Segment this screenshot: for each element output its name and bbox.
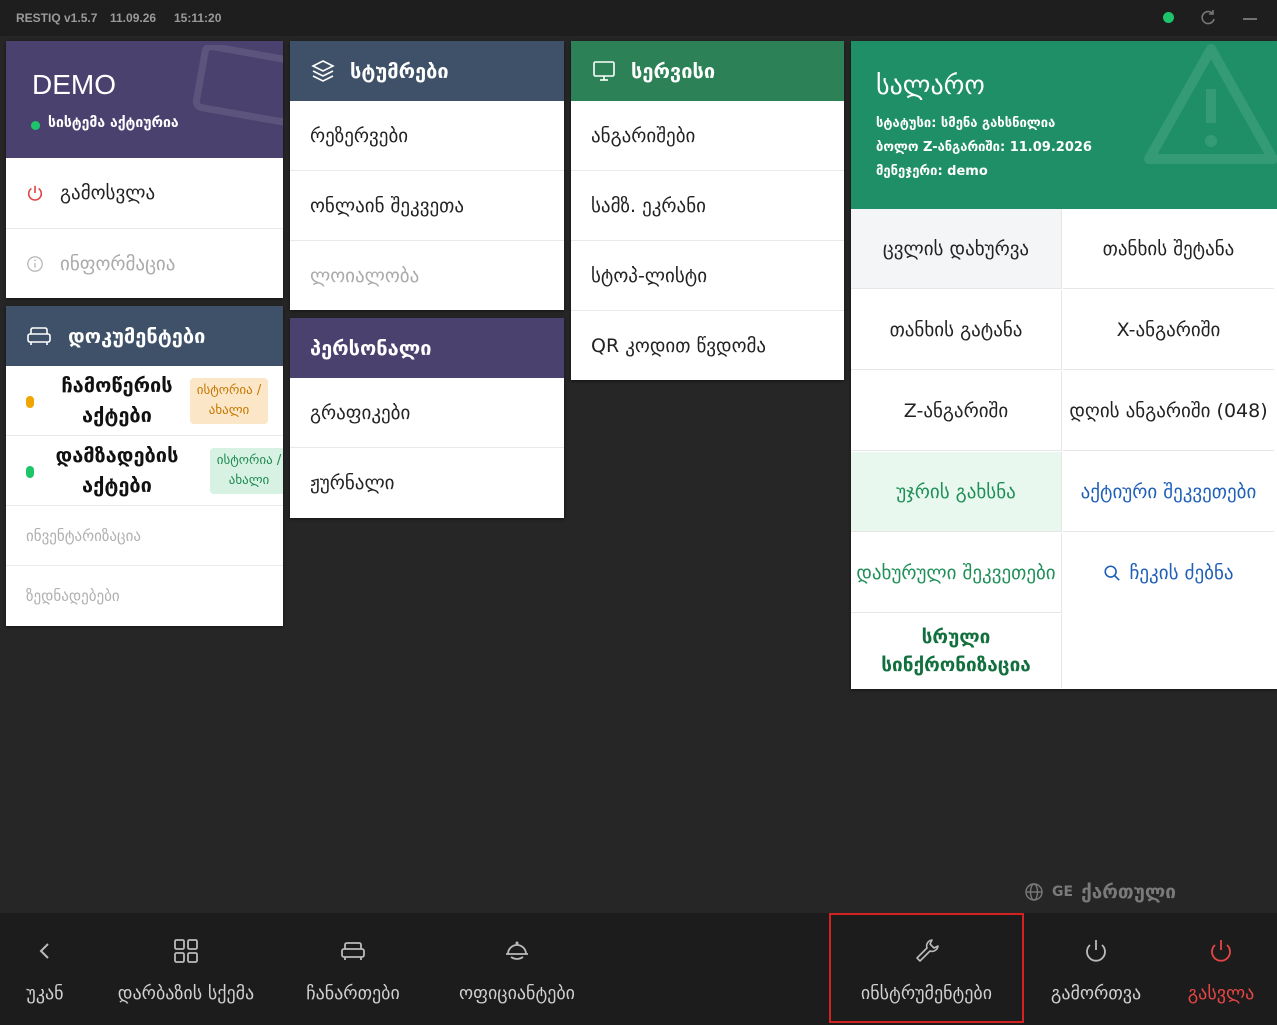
schedules-item[interactable]: გრაფიკები <box>290 378 564 448</box>
online-order-item[interactable]: ონლაინ შეკვეთა <box>290 171 564 241</box>
hall-scheme-label: დარბაზის სქემა <box>117 983 255 1004</box>
x-report-button[interactable]: X-ანგარიში <box>1063 290 1274 370</box>
guests-header: სტუმრები <box>290 41 564 101</box>
logout-item[interactable]: გამოსვლა <box>6 158 283 229</box>
current-time: 15:11:20 <box>174 11 222 25</box>
documents-header: დოკუმენტები <box>6 306 283 366</box>
production-history-new-badge[interactable]: ისტორია / ახალი <box>210 448 283 494</box>
journal-item[interactable]: ჟურნალი <box>290 448 564 518</box>
production-acts-row[interactable]: დამზადების აქტები ისტორია / ახალი <box>6 436 283 506</box>
demo-card: DEMO სისტემა აქტიურია გამოსვლა ინფორმაცი… <box>6 41 283 298</box>
reservations-item[interactable]: რეზერვები <box>290 101 564 171</box>
bottom-bar: უკან დარბაზის სქემა ჩანართები ოფიციანტებ… <box>0 913 1277 1025</box>
tabs-label: ჩანართები <box>306 983 400 1004</box>
layers-icon <box>311 60 335 82</box>
close-shift-button[interactable]: ცვლის დახურვა <box>851 209 1062 289</box>
check-search-label: ჩეკის ძებნა <box>1129 562 1234 584</box>
day-report-button[interactable]: დღის ანგარიში (048) <box>1063 371 1274 451</box>
stop-list-item[interactable]: სტოპ-ლისტი <box>571 241 844 311</box>
demo-title: DEMO <box>32 69 116 100</box>
system-active-dot <box>31 121 40 130</box>
exit-label: გასვლა <box>1187 983 1255 1004</box>
monitor-icon <box>593 61 615 81</box>
write-off-acts-label: ჩამოწერის აქტები <box>61 373 173 427</box>
cash-register-title: სალარო <box>876 71 985 101</box>
back-button[interactable]: უკან <box>10 913 80 1025</box>
documents-title: დოკუმენტები <box>68 324 206 348</box>
active-orders-button[interactable]: აქტიური შეკვეთები <box>1063 452 1274 532</box>
power-icon <box>1086 940 1106 962</box>
personnel-title: პერსონალი <box>310 336 432 360</box>
sofa-icon <box>341 942 365 960</box>
manager-name: მენეჯერი: demo <box>876 164 988 179</box>
language-code: GE <box>1052 884 1074 900</box>
personnel-header: პერსონალი <box>290 318 564 378</box>
back-label: უკან <box>26 983 64 1004</box>
guests-card: სტუმრები რეზერვები ონლაინ შეკვეთა ლოიალო… <box>290 41 564 310</box>
shutdown-label: გამორთვა <box>1050 983 1142 1004</box>
cash-register-header: სალარო სტატუსი: სმენა გახსნილია ბოლო Z-ა… <box>851 41 1277 209</box>
refresh-icon[interactable] <box>1198 8 1218 28</box>
write-off-history-new-badge[interactable]: ისტორია / ახალი <box>190 378 268 424</box>
shift-status: სტატუსი: სმენა გახსნილია <box>876 116 1056 131</box>
qr-access-item[interactable]: QR კოდით წვდომა <box>571 311 844 380</box>
reports-item[interactable]: ანგარიშები <box>571 101 844 171</box>
warning-icon <box>1144 44 1277 164</box>
info-item[interactable]: ინფორმაცია <box>6 229 283 298</box>
waybills-item[interactable]: ზედნადებები <box>6 566 283 626</box>
loyalty-item[interactable]: ლოიალობა <box>290 241 564 310</box>
exit-power-icon <box>1211 940 1231 962</box>
info-icon <box>27 255 43 272</box>
documents-card: დოკუმენტები ჩამოწერის აქტები ისტორია / ა… <box>6 306 283 626</box>
service-card: სერვისი ანგარიშები სამზ. ეკრანი სტოპ-ლის… <box>571 41 844 380</box>
inventory-item[interactable]: ინვენტარიზაცია <box>6 506 283 566</box>
demo-header: DEMO სისტემა აქტიურია <box>6 41 283 158</box>
back-icon <box>39 943 49 959</box>
full-sync-button[interactable]: სრული სინქრონიზაცია <box>851 614 1062 688</box>
connection-status-dot <box>1163 12 1174 23</box>
open-drawer-button[interactable]: უჯრის გახსნა <box>851 452 1062 532</box>
hall-scheme-button[interactable]: დარბაზის სქემა <box>100 913 272 1025</box>
language-selector[interactable]: GE ქართული <box>1024 878 1176 906</box>
waiter-icon <box>506 941 528 960</box>
monitor-icon <box>192 45 283 126</box>
tools-highlight-frame <box>829 913 1024 1023</box>
current-date: 11.09.26 <box>110 11 157 25</box>
service-title: სერვისი <box>631 59 716 83</box>
guests-title: სტუმრები <box>350 59 449 83</box>
write-off-status-dot <box>26 396 34 408</box>
cash-register-card: სალარო სტატუსი: სმენა გახსნილია ბოლო Z-ა… <box>851 41 1277 689</box>
language-name: ქართული <box>1081 881 1176 903</box>
personnel-card: პერსონალი გრაფიკები ჟურნალი <box>290 318 564 518</box>
info-label: ინფორმაცია <box>60 252 176 275</box>
cash-out-button[interactable]: თანხის გატანა <box>851 290 1062 370</box>
grid-icon <box>174 939 198 963</box>
top-bar: RESTIQ v1.5.7 11.09.26 15:11:20 <box>0 0 1277 36</box>
check-search-button[interactable]: ჩეკის ძებნა <box>1063 533 1274 613</box>
sofa-icon <box>27 327 51 345</box>
cash-in-button[interactable]: თანხის შეტანა <box>1063 209 1274 289</box>
exit-button[interactable]: გასვლა <box>1180 913 1262 1025</box>
waiters-label: ოფიციანტები <box>458 983 575 1004</box>
write-off-acts-row[interactable]: ჩამოწერის აქტები ისტორია / ახალი <box>6 366 283 436</box>
waiters-button[interactable]: ოფიციანტები <box>444 913 590 1025</box>
production-status-dot <box>26 466 34 478</box>
last-z-report: ბოლო Z-ანგარიში: 11.09.2026 <box>876 140 1092 155</box>
search-icon <box>1104 565 1121 581</box>
shutdown-button[interactable]: გამორთვა <box>1040 913 1152 1025</box>
minimize-icon[interactable] <box>1240 8 1260 28</box>
kitchen-screen-item[interactable]: სამზ. ეკრანი <box>571 171 844 241</box>
tabs-button[interactable]: ჩანართები <box>298 913 408 1025</box>
service-header: სერვისი <box>571 41 844 101</box>
production-acts-label: დამზადების აქტები <box>55 443 179 497</box>
closed-orders-button[interactable]: დახურული შეკვეთები <box>851 533 1062 613</box>
z-report-button[interactable]: Z-ანგარიში <box>851 371 1062 451</box>
logout-label: გამოსვლა <box>60 182 156 204</box>
power-icon <box>27 185 43 201</box>
system-status: სისტემა აქტიურია <box>48 115 179 131</box>
app-version: RESTIQ v1.5.7 <box>16 11 98 25</box>
globe-icon <box>1025 883 1043 901</box>
